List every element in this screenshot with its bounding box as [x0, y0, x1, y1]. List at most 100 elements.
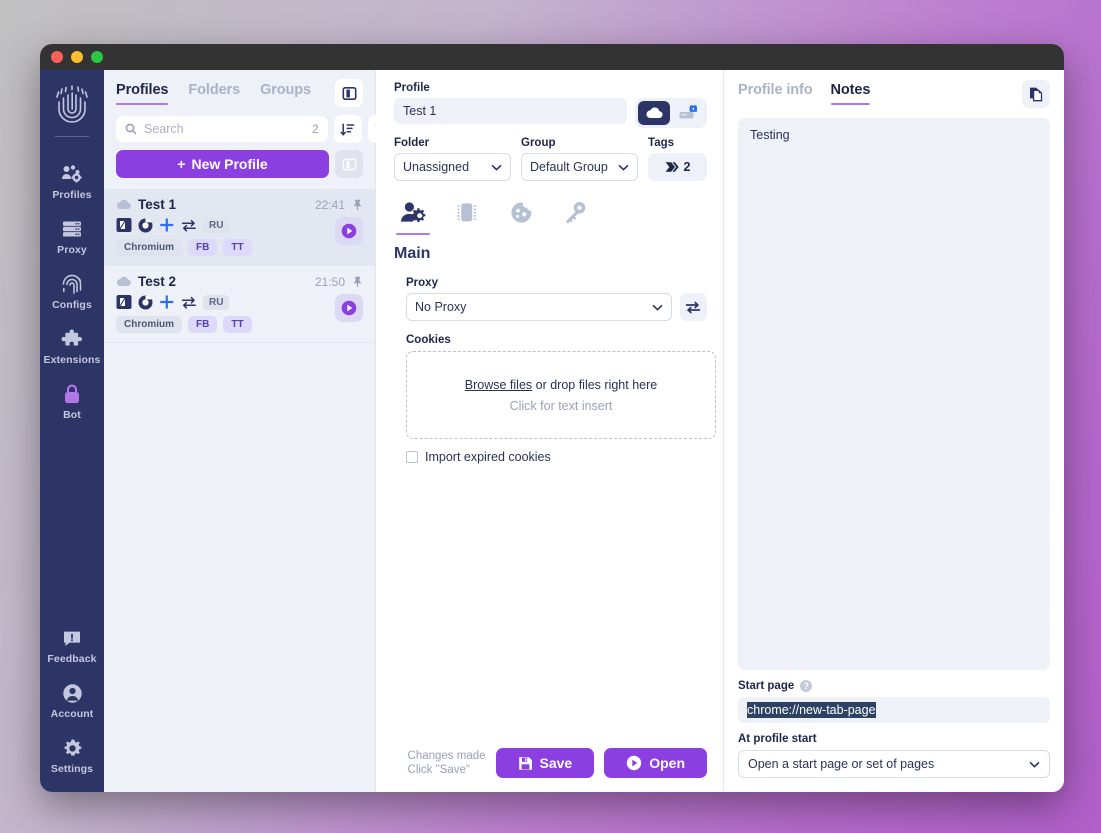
sidebar-label: Feedback: [47, 653, 97, 665]
dropzone-primary-text: Browse files or drop files right here: [465, 378, 657, 392]
gear-icon: [40, 736, 104, 760]
profile-list-item[interactable]: Test 1 22:41 RU Chromium FB TT: [104, 189, 375, 266]
server-icon: [40, 217, 104, 241]
sidebar-item-extensions[interactable]: Extensions: [40, 318, 104, 373]
search-input[interactable]: [144, 122, 305, 136]
copy-icon: [1029, 87, 1042, 102]
group-field-group: Group Default Group: [521, 137, 639, 181]
tags-button[interactable]: 2: [648, 153, 707, 181]
play-icon: [627, 755, 642, 771]
help-icon[interactable]: ?: [800, 680, 813, 692]
save-label: Save: [539, 755, 573, 771]
tab-general-settings[interactable]: [396, 197, 430, 235]
tab-groups[interactable]: Groups: [260, 82, 311, 105]
profile-field-label: Profile: [394, 82, 430, 94]
pin-icon[interactable]: [352, 276, 363, 287]
cookies-dropzone[interactable]: Browse files or drop files right here Cl…: [406, 351, 716, 439]
notes-text-area[interactable]: Testing: [738, 118, 1050, 670]
search-box[interactable]: 2: [116, 116, 328, 142]
folder-label: Folder: [394, 137, 430, 149]
puzzle-icon: [40, 327, 104, 351]
tab-profile-info[interactable]: Profile info: [738, 82, 813, 105]
proxy-select[interactable]: No Proxy: [406, 293, 672, 321]
close-window-button[interactable]: [51, 51, 63, 63]
profiles-list-panel: Profiles Folders Groups Search 2 + New P…: [104, 70, 396, 792]
maximize-window-button[interactable]: [91, 51, 103, 63]
new-profile-button[interactable]: + New Profile: [116, 150, 329, 178]
profile-name-input[interactable]: [394, 98, 627, 124]
copy-notes-button[interactable]: [1022, 80, 1050, 108]
sidebar-label: Extensions: [43, 354, 101, 366]
proxy-value: No Proxy: [415, 300, 467, 314]
window-icon: [116, 218, 132, 232]
import-expired-cookies-row[interactable]: Import expired cookies: [406, 450, 707, 464]
app-body: Profiles Proxy Configs Extensions Bot Fe…: [40, 70, 1064, 792]
search-row: 2: [116, 115, 396, 143]
cloud-icon: [645, 107, 663, 119]
profiles-list-header: Profiles Folders Groups Search 2 + New P…: [104, 70, 396, 178]
chevron-down-icon: [652, 304, 663, 311]
rail-divider: [55, 136, 89, 137]
profile-locale-chip: RU: [203, 294, 230, 310]
panel-layout-toggle-button[interactable]: [335, 79, 363, 107]
notes-panel: Profile info Notes Testing Start page ?: [724, 70, 1064, 792]
minimize-window-button[interactable]: [71, 51, 83, 63]
sidebar-item-profiles[interactable]: Profiles: [40, 153, 104, 208]
sidebar-item-feedback[interactable]: Feedback: [40, 617, 104, 672]
pin-icon[interactable]: [352, 199, 363, 210]
sidebar-item-settings[interactable]: Settings: [40, 727, 104, 782]
import-expired-cookies-label: Import expired cookies: [425, 450, 551, 464]
run-profile-button[interactable]: [335, 217, 363, 245]
profile-tag: Chromium: [116, 316, 182, 333]
tab-notes[interactable]: Notes: [830, 82, 870, 105]
folder-field-group: Folder Unassigned: [394, 137, 512, 181]
run-profile-button[interactable]: [335, 294, 363, 322]
columns-toggle-button[interactable]: [335, 150, 363, 178]
profile-row-top: Test 1 22:41: [116, 197, 363, 212]
settings-icon-tabs: [394, 197, 707, 235]
proxy-row: No Proxy: [406, 293, 707, 321]
tab-folders[interactable]: Folders: [188, 82, 240, 105]
plus-icon: [160, 295, 174, 309]
account-icon: [40, 681, 104, 705]
open-button[interactable]: Open: [604, 748, 707, 778]
sidebar-item-proxy[interactable]: Proxy: [40, 208, 104, 263]
save-button[interactable]: Save: [495, 748, 595, 778]
dropzone-secondary-text: Click for text insert: [509, 398, 613, 413]
search-icon: [125, 123, 137, 135]
fingerprint-icon: [40, 272, 104, 296]
start-page-input[interactable]: chrome://new-tab-page: [738, 697, 1050, 723]
profile-list-item[interactable]: Test 2 21:50 RU Chromium FB TT: [104, 266, 375, 343]
browse-files-link[interactable]: Browse files: [465, 378, 532, 392]
open-label: Open: [649, 755, 685, 771]
group-select[interactable]: Default Group: [521, 153, 639, 181]
cloud-icon: [116, 276, 131, 287]
folder-select[interactable]: Unassigned: [394, 153, 512, 181]
tab-profiles[interactable]: Profiles: [116, 82, 169, 105]
local-storage-button[interactable]: [672, 101, 704, 125]
window-titlebar: [40, 44, 1064, 70]
sidebar-item-account[interactable]: Account: [40, 672, 104, 727]
sort-button[interactable]: [333, 115, 362, 143]
tab-cookies-settings[interactable]: [504, 197, 538, 231]
main-settings-body: Proxy No Proxy Cookies Browse files or d…: [394, 277, 716, 464]
tab-hardware-settings[interactable]: [450, 197, 484, 231]
cloud-storage-button[interactable]: [638, 101, 670, 125]
profile-tag: Chromium: [116, 239, 182, 256]
tags-label: Tags: [648, 137, 675, 149]
dropzone-hint: or drop files right here: [532, 377, 658, 392]
profile-settings-scroll: Profile Test 1 Folder Unassigned Group D…: [376, 70, 723, 738]
chevron-down-icon: [491, 164, 502, 171]
sidebar-item-bot[interactable]: Bot: [40, 373, 104, 428]
user-settings-icon: [400, 201, 425, 222]
import-expired-cookies-checkbox[interactable]: [406, 451, 418, 463]
proxy-swap-button[interactable]: [679, 293, 707, 321]
plus-icon: +: [177, 156, 186, 172]
profile-row-status: RU: [116, 294, 363, 310]
sidebar-item-configs[interactable]: Configs: [40, 263, 104, 318]
tab-passwords-settings[interactable]: [558, 197, 592, 231]
at-profile-start-select[interactable]: Open a start page or set of pages: [738, 750, 1050, 778]
profile-time: 22:41: [314, 197, 345, 212]
profile-row-tags: Chromium FB TT: [116, 316, 363, 333]
chromium-icon: [138, 294, 153, 309]
